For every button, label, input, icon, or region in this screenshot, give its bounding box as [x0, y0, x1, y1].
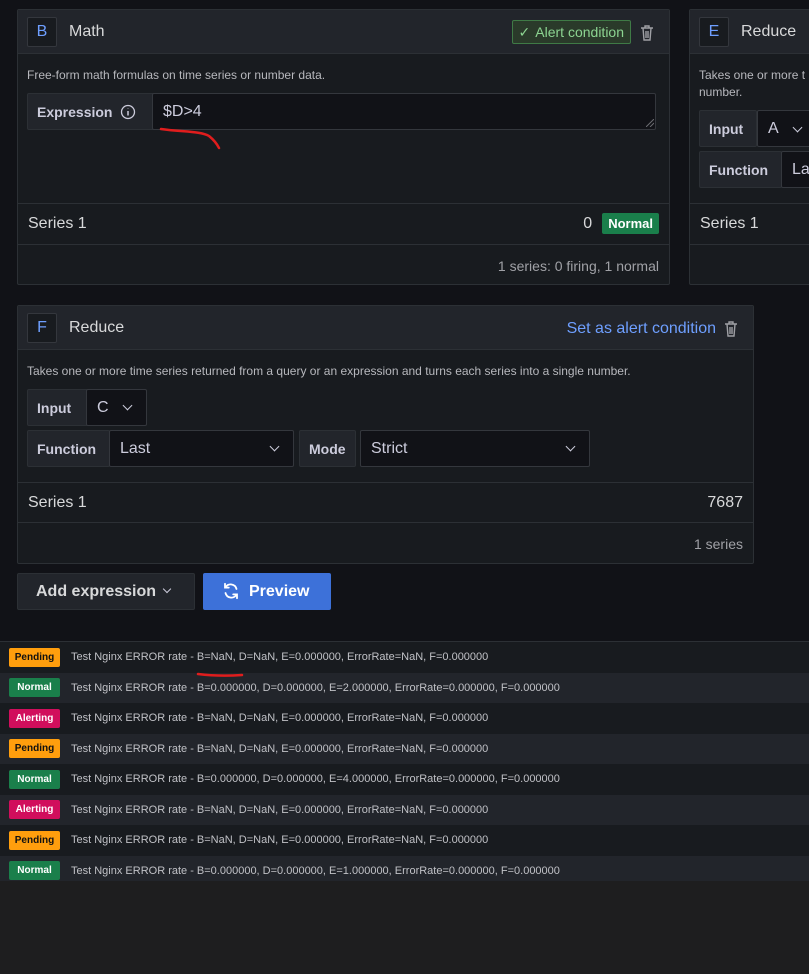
math-expression-card: B Math ✓ Alert condition Free-form math …: [17, 9, 670, 285]
input-select[interactable]: C: [86, 389, 147, 426]
input-label: Input: [27, 389, 88, 426]
card-title: Math: [69, 22, 105, 40]
state-badge-normal: Normal: [9, 678, 60, 698]
state-badge-alerting: Alerting: [9, 708, 60, 728]
card-description: Takes one or more time series returned f…: [27, 364, 631, 378]
series-row: Series 1 0 Normal: [18, 203, 669, 243]
mode-select[interactable]: Strict: [360, 430, 590, 467]
state-badge-normal: Normal: [602, 213, 659, 234]
history-row: Pending Test Nginx ERROR rate - B=NaN, D=…: [0, 642, 809, 673]
history-row: Normal Test Nginx ERROR rate - B=0.000000…: [0, 672, 809, 703]
history-row: Alerting Test Nginx ERROR rate - B=NaN, D…: [0, 703, 809, 734]
series-value: 0: [583, 214, 593, 232]
expression-label: Expression: [27, 93, 155, 130]
series-row: Series 1 7687: [18, 482, 753, 522]
mode-label: Mode: [299, 430, 356, 467]
history-row: Alerting Test Nginx ERROR rate - B=NaN, D…: [0, 794, 809, 825]
card-description: Takes one or more t number.: [699, 68, 806, 99]
history-text: Test Nginx ERROR rate - B=NaN, D=NaN, E=…: [71, 803, 489, 816]
reduce-expression-card-e: E Reduce Takes one or more t number. Inp…: [689, 9, 809, 285]
function-label: Function: [27, 430, 110, 467]
trash-icon[interactable]: [639, 24, 655, 42]
state-badge-pending: Pending: [9, 647, 60, 667]
add-expression-button[interactable]: Add expression: [17, 573, 195, 610]
chevron-down-icon: [269, 441, 280, 452]
series-row: Series 1: [690, 203, 809, 243]
resize-handle-icon[interactable]: [646, 119, 654, 127]
series-summary: 1 series: [18, 522, 753, 563]
state-badge-pending: Pending: [9, 739, 60, 759]
preview-button[interactable]: Preview: [203, 573, 331, 610]
history-row: Pending Test Nginx ERROR rate - B=NaN, D=…: [0, 733, 809, 764]
ref-id-badge: F: [27, 312, 57, 343]
expression-input[interactable]: $D>4: [152, 93, 656, 130]
history-text: Test Nginx ERROR rate - B=NaN, D=NaN, E=…: [71, 651, 489, 664]
info-icon: [121, 104, 136, 119]
alert-condition-badge[interactable]: ✓ Alert condition: [511, 20, 631, 44]
history-row: Pending Test Nginx ERROR rate - B=NaN, D=…: [0, 825, 809, 856]
state-badge-normal: Normal: [9, 769, 60, 789]
state-badge-normal: Normal: [9, 861, 60, 881]
history-text: Test Nginx ERROR rate - B=0.000000, D=0.…: [71, 681, 560, 694]
function-select[interactable]: La: [781, 151, 809, 188]
card-description: Free-form math formulas on time series o…: [27, 68, 326, 82]
alert-condition-label: Alert condition: [535, 24, 624, 40]
history-text: Test Nginx ERROR rate - B=0.000000, D=0.…: [71, 864, 560, 877]
series-name: Series 1: [28, 493, 87, 511]
history-text: Test Nginx ERROR rate - B=NaN, D=NaN, E=…: [71, 834, 489, 847]
series-name: Series 1: [700, 214, 759, 232]
history-text: Test Nginx ERROR rate - B=NaN, D=NaN, E=…: [71, 742, 489, 755]
input-select[interactable]: A: [757, 110, 809, 147]
state-badge-pending: Pending: [9, 830, 60, 850]
sync-icon: [224, 582, 238, 600]
chevron-down-icon: [792, 122, 803, 133]
card-title: Reduce: [69, 318, 125, 336]
reduce-expression-card-f: F Reduce Set as alert condition Takes on…: [17, 305, 754, 564]
chevron-down-icon: [122, 400, 133, 411]
chevron-down-icon: [162, 584, 172, 593]
annotation-underline: [196, 672, 244, 677]
set-alert-condition-link[interactable]: Set as alert condition: [567, 320, 716, 338]
input-label: Input: [699, 110, 757, 147]
ref-id-badge: B: [27, 16, 57, 47]
state-badge-alerting: Alerting: [9, 800, 60, 820]
function-label: Function: [699, 151, 782, 188]
ref-id-badge: E: [699, 16, 729, 47]
function-select[interactable]: Last: [109, 430, 294, 467]
empty-area: [0, 881, 809, 974]
card-header: E Reduce: [690, 10, 809, 54]
series-value: 7687: [707, 493, 743, 511]
chevron-down-icon: [565, 441, 576, 452]
trash-icon[interactable]: [723, 320, 739, 338]
history-text: Test Nginx ERROR rate - B=NaN, D=NaN, E=…: [71, 712, 489, 725]
series-summary: [690, 244, 809, 284]
state-history-list: Pending Test Nginx ERROR rate - B=NaN, D=…: [0, 641, 809, 886]
series-summary: 1 series: 0 firing, 1 normal: [18, 244, 669, 284]
history-row: Normal Test Nginx ERROR rate - B=0.000000…: [0, 764, 809, 795]
check-icon: ✓: [518, 23, 531, 40]
card-title: Reduce: [741, 22, 797, 40]
annotation-underline: [159, 127, 221, 150]
history-text: Test Nginx ERROR rate - B=0.000000, D=0.…: [71, 773, 560, 786]
series-name: Series 1: [28, 214, 87, 232]
